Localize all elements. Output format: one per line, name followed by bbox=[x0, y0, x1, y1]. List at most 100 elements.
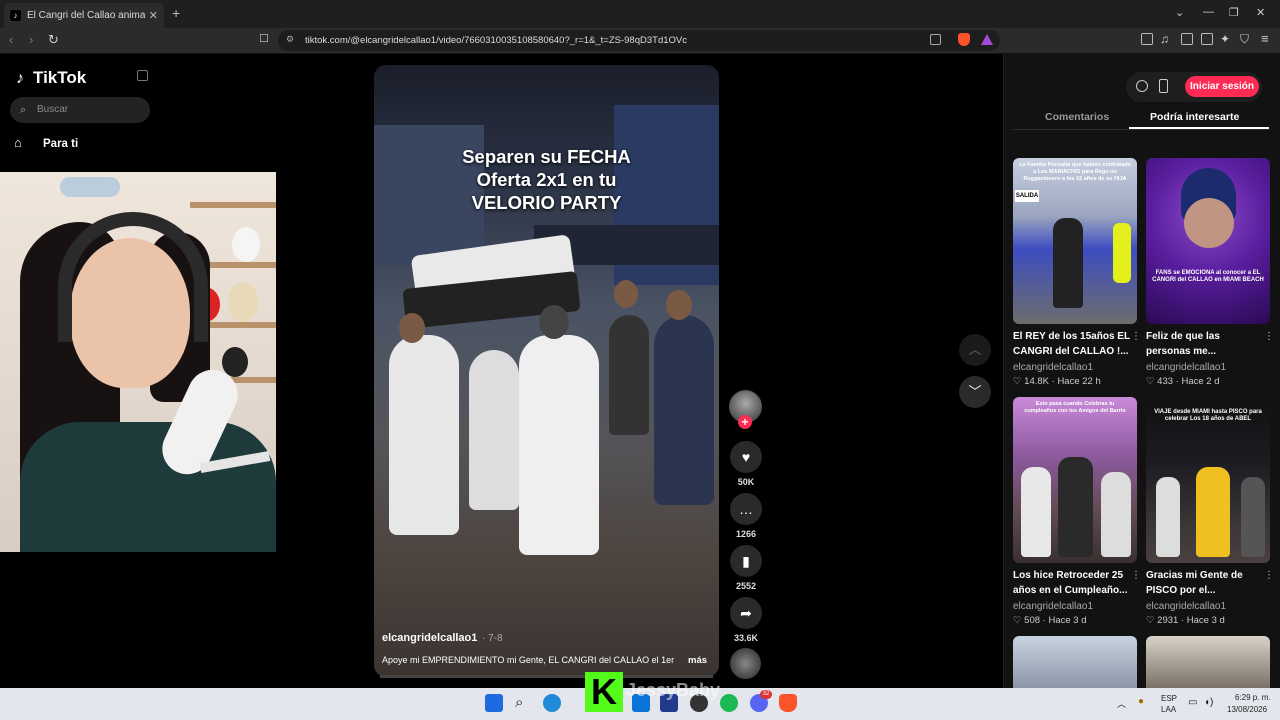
tray-chevron-up-icon[interactable]: ︿ bbox=[1117, 697, 1126, 710]
share-count: 33.6K bbox=[733, 633, 759, 643]
brave-taskbar-icon[interactable] bbox=[779, 694, 797, 712]
login-button[interactable]: Iniciar sesión bbox=[1185, 76, 1259, 97]
video-progress-bar[interactable] bbox=[380, 675, 713, 678]
more-button[interactable]: más bbox=[688, 655, 707, 666]
card-stats: ♡ 508 · Hace 3 d bbox=[1013, 615, 1087, 626]
url-field[interactable]: tiktok.com/@elcangridelcallao1/video/766… bbox=[278, 30, 1000, 51]
tab-close-icon[interactable]: ✕ bbox=[149, 9, 158, 22]
card-title[interactable]: Los hice Retroceder 25 años en el Cumplea… bbox=[1013, 568, 1133, 598]
card-title[interactable]: Feliz de que las personas me... bbox=[1146, 329, 1266, 359]
video-caption: Separen su FECHA Oferta 2x1 en tu VELORI… bbox=[374, 145, 719, 214]
comment-count: 1266 bbox=[735, 529, 757, 539]
nav-for-you[interactable]: Para ti bbox=[43, 138, 78, 150]
card-title[interactable]: El REY de los 15años EL CANGRI del CALLAO… bbox=[1013, 329, 1133, 359]
tiktok-logo[interactable]: ♪ TikTok bbox=[16, 68, 86, 88]
card-title-line: PISCO por el... bbox=[1146, 585, 1216, 596]
clock-date[interactable]: 13/08/2026 bbox=[1227, 705, 1267, 714]
tab-you-may-like[interactable]: Podría interesarte bbox=[1150, 111, 1239, 123]
new-tab-button[interactable]: + bbox=[172, 5, 180, 21]
card-likes: 433 bbox=[1157, 376, 1174, 387]
card-title[interactable]: Gracias mi Gente de PISCO por el... bbox=[1146, 568, 1266, 598]
reload-icon[interactable]: ↻ bbox=[48, 32, 59, 48]
kick-logo: K bbox=[585, 672, 623, 712]
share-button[interactable]: ➦ bbox=[730, 597, 762, 629]
card-username[interactable]: elcangridelcallao1 bbox=[1013, 601, 1093, 612]
card-title-line: años en el Cumpleaño... bbox=[1013, 585, 1128, 596]
tiktok-note-icon: ♪ bbox=[16, 70, 24, 87]
sidebar-icon[interactable] bbox=[1181, 33, 1193, 45]
video-date: · 7-8 bbox=[482, 633, 503, 644]
search-input[interactable]: ⌕ Buscar bbox=[10, 97, 150, 123]
compass-icon[interactable] bbox=[1136, 80, 1148, 92]
brave-shield-icon[interactable] bbox=[958, 33, 970, 46]
media-icon[interactable]: ♫ bbox=[1160, 32, 1169, 46]
taskbar-search-icon[interactable]: ⌕ bbox=[515, 694, 523, 711]
search-placeholder: Buscar bbox=[37, 104, 69, 115]
heart-outline-icon: ♡ bbox=[1013, 615, 1025, 626]
site-info-icon[interactable]: ⚙ bbox=[286, 34, 294, 45]
close-window-icon[interactable]: ✕ bbox=[1256, 6, 1265, 19]
card-thumbnail[interactable]: Esto pasa cuando Celebras tu cumpleaños … bbox=[1013, 397, 1137, 563]
card-title-line: El REY de los 15años EL bbox=[1013, 331, 1131, 342]
next-video-chevron-down-icon[interactable]: ﹀ bbox=[959, 376, 991, 408]
tab-comments[interactable]: Comentarios bbox=[1045, 111, 1109, 123]
home-icon: ⌂ bbox=[14, 135, 22, 150]
comment-icon: … bbox=[739, 501, 753, 517]
heart-outline-icon: ♡ bbox=[1146, 615, 1158, 626]
back-icon[interactable]: ‹ bbox=[9, 32, 13, 47]
video-author[interactable]: elcangridelcallao1 bbox=[382, 632, 477, 644]
like-button[interactable]: ♥ bbox=[730, 441, 762, 473]
spotify-icon[interactable] bbox=[720, 694, 738, 712]
card-likes: 14.8K bbox=[1024, 376, 1049, 387]
card-thumbnail[interactable]: FANS se EMOCIONA al conocer a EL CANGRI … bbox=[1146, 158, 1270, 324]
volume-icon[interactable]: ◖) bbox=[1204, 697, 1213, 708]
comment-button[interactable]: … bbox=[730, 493, 762, 525]
tiktok-favicon-icon: ♪ bbox=[10, 10, 21, 21]
follow-plus-icon[interactable]: + bbox=[738, 415, 752, 429]
notification-badge: 32 bbox=[760, 690, 772, 699]
previous-video-chevron-up-icon[interactable]: ︿ bbox=[959, 334, 991, 366]
music-disc[interactable] bbox=[730, 648, 761, 679]
translate-icon[interactable] bbox=[930, 34, 941, 45]
card-username[interactable]: elcangridelcallao1 bbox=[1013, 362, 1093, 373]
card-username[interactable]: elcangridelcallao1 bbox=[1146, 601, 1226, 612]
forward-icon[interactable]: › bbox=[29, 32, 33, 47]
brave-rewards-icon[interactable] bbox=[981, 34, 993, 45]
card-username[interactable]: elcangridelcallao1 bbox=[1146, 362, 1226, 373]
network-icon[interactable]: ▭ bbox=[1188, 697, 1197, 708]
more-options-icon[interactable]: ⋮ bbox=[1264, 570, 1274, 581]
more-options-icon[interactable]: ⋮ bbox=[1264, 331, 1274, 342]
maximize-icon[interactable]: ❐ bbox=[1229, 6, 1239, 19]
leo-ai-icon[interactable]: ✦ bbox=[1220, 32, 1230, 46]
card-thumbnail[interactable]: La Familia Ponsalia que habían contratad… bbox=[1013, 158, 1137, 324]
search-icon: ⌕ bbox=[20, 104, 27, 116]
language-code[interactable]: ESP bbox=[1161, 694, 1177, 703]
collapse-sidebar-icon[interactable] bbox=[137, 70, 148, 81]
bookmark-icon[interactable]: ☐ bbox=[259, 32, 269, 45]
minimize-icon[interactable]: — bbox=[1203, 6, 1214, 18]
streamer-watermark: JessyBaby bbox=[626, 680, 721, 700]
tab-divider bbox=[1013, 129, 1270, 130]
wallet-icon[interactable] bbox=[1201, 33, 1213, 45]
caption-line: VELORIO PARTY bbox=[471, 192, 622, 213]
vpn-icon[interactable]: ⛉ bbox=[1240, 32, 1249, 47]
language-layout[interactable]: LAA bbox=[1161, 705, 1176, 714]
save-button[interactable]: ▮ bbox=[730, 545, 762, 577]
video-card-thumbnail-partial[interactable] bbox=[1013, 636, 1137, 688]
more-options-icon[interactable]: ⋮ bbox=[1131, 331, 1141, 342]
tab-list-chevron-icon[interactable]: ⌄ bbox=[1175, 6, 1184, 19]
exit-sign: SALIDA bbox=[1015, 190, 1039, 202]
browser-tab[interactable]: ♪ El Cangri del Callao animador de ✕ bbox=[4, 3, 164, 28]
video-card-thumbnail-partial[interactable] bbox=[1146, 636, 1270, 688]
more-options-icon[interactable]: ⋮ bbox=[1131, 570, 1141, 581]
phone-icon[interactable] bbox=[1159, 79, 1168, 93]
windows-start-icon[interactable] bbox=[485, 694, 503, 712]
microphone-icon[interactable]: ● bbox=[1138, 696, 1144, 707]
edge-icon[interactable] bbox=[543, 694, 561, 712]
extensions-icon[interactable] bbox=[1141, 33, 1153, 45]
menu-icon[interactable]: ≡ bbox=[1261, 31, 1269, 46]
card-thumbnail[interactable]: VIAJE desde MIAMI hasta PISCO para celeb… bbox=[1146, 397, 1270, 563]
clock-time[interactable]: 6:29 p. m. bbox=[1235, 693, 1271, 702]
webcam-overlay bbox=[0, 172, 276, 552]
card-age: Hace 3 d bbox=[1186, 615, 1225, 626]
